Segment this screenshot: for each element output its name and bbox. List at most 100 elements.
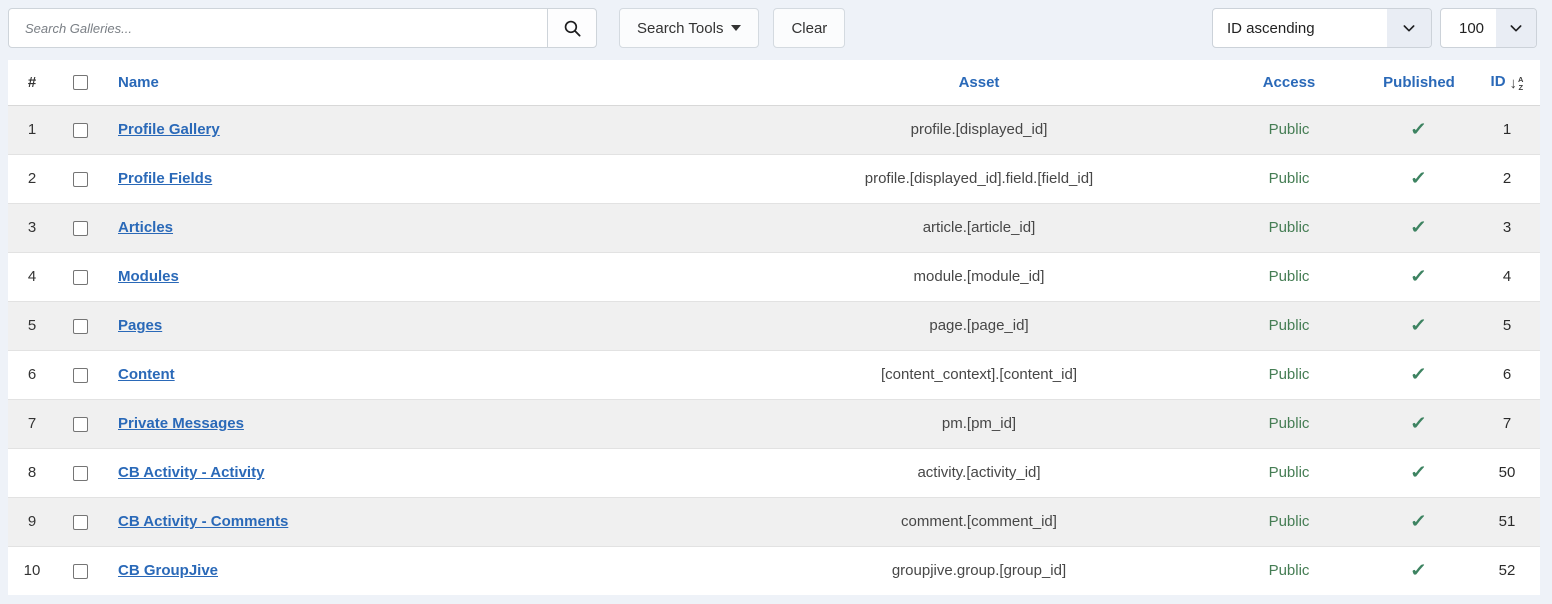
row-checkbox-cell [56,301,104,350]
row-checkbox[interactable] [73,466,88,481]
row-id: 7 [1474,399,1540,448]
order-select-value: ID ascending [1213,9,1387,47]
table-row: 9 CB Activity - Comments comment.[commen… [8,497,1540,546]
order-select[interactable]: ID ascending [1212,8,1432,48]
row-checkbox[interactable] [73,515,88,530]
published-check-icon[interactable]: ✓ [1410,119,1427,140]
row-published-cell: ✓ [1364,301,1474,350]
header-id: ID ↓AZ [1474,60,1540,105]
row-name-cell: CB Activity - Activity [104,448,744,497]
row-checkbox-cell [56,203,104,252]
gallery-name-link[interactable]: CB GroupJive [118,562,218,579]
published-check-icon[interactable]: ✓ [1410,560,1427,581]
row-id: 2 [1474,154,1540,203]
gallery-name-link[interactable]: Private Messages [118,415,244,432]
header-published: Published [1364,60,1474,105]
row-checkbox[interactable] [73,221,88,236]
header-asset: Asset [744,60,1214,105]
header-name: Name [104,60,744,105]
table-row: 10 CB GroupJive groupjive.group.[group_i… [8,546,1540,595]
gallery-name-link[interactable]: CB Activity - Activity [118,464,264,481]
published-check-icon[interactable]: ✓ [1410,217,1427,238]
row-checkbox-cell [56,154,104,203]
published-check-icon[interactable]: ✓ [1410,413,1427,434]
row-access: Public [1214,497,1364,546]
row-checkbox-cell [56,252,104,301]
gallery-name-link[interactable]: Content [118,366,175,383]
row-published-cell: ✓ [1364,399,1474,448]
header-asset-sort-link[interactable]: Asset [959,74,1000,91]
row-number: 1 [8,105,56,154]
row-published-cell: ✓ [1364,203,1474,252]
row-name-cell: Pages [104,301,744,350]
header-id-sort-link[interactable]: ID [1491,73,1506,90]
row-asset: profile.[displayed_id] [744,105,1214,154]
gallery-name-link[interactable]: Articles [118,219,173,236]
sort-alpha-down-icon: ↓AZ [1510,76,1524,91]
row-checkbox-cell [56,448,104,497]
row-name-cell: Articles [104,203,744,252]
table-row: 8 CB Activity - Activity activity.[activ… [8,448,1540,497]
row-asset: comment.[comment_id] [744,497,1214,546]
row-access: Public [1214,203,1364,252]
clear-label: Clear [791,20,827,37]
search-button[interactable] [547,8,597,48]
limit-select[interactable]: 100 [1440,8,1537,48]
row-checkbox[interactable] [73,172,88,187]
row-asset: article.[article_id] [744,203,1214,252]
row-name-cell: Content [104,350,744,399]
row-checkbox[interactable] [73,270,88,285]
row-access: Public [1214,105,1364,154]
row-checkbox[interactable] [73,368,88,383]
row-access: Public [1214,546,1364,595]
select-all-checkbox[interactable] [73,75,88,90]
row-published-cell: ✓ [1364,350,1474,399]
row-id: 52 [1474,546,1540,595]
published-check-icon[interactable]: ✓ [1410,315,1427,336]
gallery-name-link[interactable]: Pages [118,317,162,334]
row-number: 3 [8,203,56,252]
published-check-icon[interactable]: ✓ [1410,168,1427,189]
published-check-icon[interactable]: ✓ [1410,462,1427,483]
row-number: 5 [8,301,56,350]
toolbar-right: ID ascending 100 [1212,8,1537,48]
row-access: Public [1214,448,1364,497]
header-row-number: # [8,60,56,105]
clear-button[interactable]: Clear [773,8,845,48]
row-access: Public [1214,350,1364,399]
table-row: 2 Profile Fields profile.[displayed_id].… [8,154,1540,203]
published-check-icon[interactable]: ✓ [1410,511,1427,532]
row-access: Public [1214,301,1364,350]
gallery-name-link[interactable]: Profile Fields [118,170,212,187]
row-checkbox[interactable] [73,417,88,432]
table-row: 3 Articles article.[article_id] Public ✓… [8,203,1540,252]
header-published-sort-link[interactable]: Published [1383,74,1455,91]
published-check-icon[interactable]: ✓ [1410,266,1427,287]
chevron-down-icon [1387,9,1431,47]
row-published-cell: ✓ [1364,497,1474,546]
row-asset: page.[page_id] [744,301,1214,350]
table-row: 4 Modules module.[module_id] Public ✓ 4 [8,252,1540,301]
header-access-sort-link[interactable]: Access [1263,74,1316,91]
row-checkbox[interactable] [73,123,88,138]
row-number: 6 [8,350,56,399]
gallery-name-link[interactable]: Modules [118,268,179,285]
row-published-cell: ✓ [1364,105,1474,154]
row-checkbox[interactable] [73,564,88,579]
header-name-sort-link[interactable]: Name [118,74,159,91]
row-id: 1 [1474,105,1540,154]
table-row: 5 Pages page.[page_id] Public ✓ 5 [8,301,1540,350]
search-tools-button[interactable]: Search Tools [619,8,759,48]
search-input[interactable] [8,8,548,48]
table-header-row: # Name Asset Access Published ID ↓AZ [8,60,1540,105]
row-name-cell: Profile Fields [104,154,744,203]
gallery-name-link[interactable]: CB Activity - Comments [118,513,288,530]
row-checkbox[interactable] [73,319,88,334]
gallery-name-link[interactable]: Profile Gallery [118,121,220,138]
row-asset: activity.[activity_id] [744,448,1214,497]
caret-down-icon [731,25,741,31]
galleries-table-wrap: # Name Asset Access Published ID ↓AZ [8,60,1540,595]
search-group [8,8,597,48]
published-check-icon[interactable]: ✓ [1410,364,1427,385]
row-asset: [content_context].[content_id] [744,350,1214,399]
